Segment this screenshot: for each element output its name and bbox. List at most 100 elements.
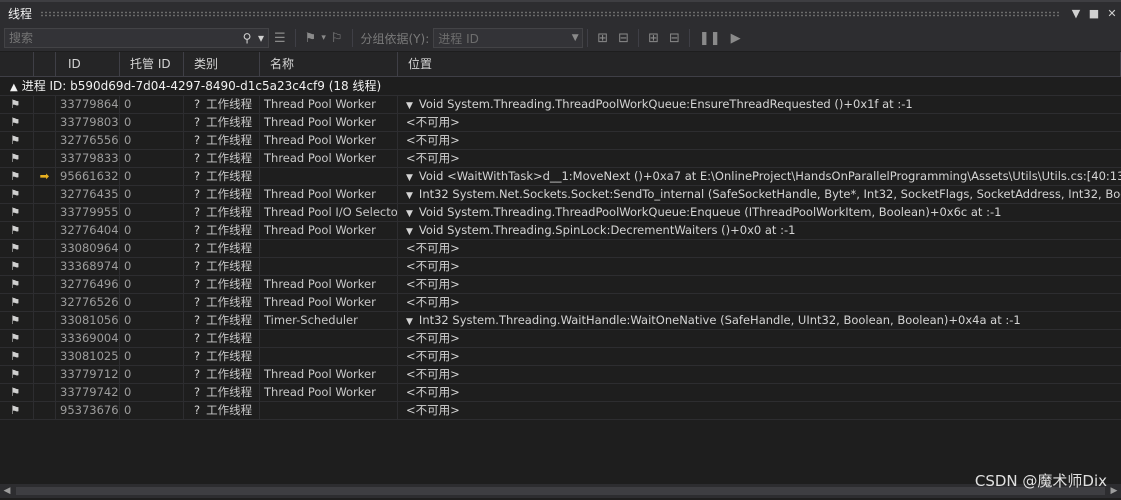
thaw-icon[interactable]: ▶ bbox=[731, 31, 741, 46]
table-row[interactable]: ⚑ 330810256 0? 工作线程 <不可用> bbox=[0, 348, 1121, 366]
table-row[interactable]: ⚑ 337798640 0? 工作线程 Thread Pool Worker ▼ Void … bbox=[0, 96, 1121, 114]
thread-name: Thread Pool Worker bbox=[260, 114, 398, 131]
collapse-callstacks-icon[interactable]: ⊟ bbox=[669, 31, 680, 46]
flag-icon[interactable]: ⚑ bbox=[0, 276, 34, 293]
thread-id: 953736768 bbox=[56, 402, 120, 419]
table-row[interactable]: ⚑ 337799552 0? 工作线程 Thread Pool I/O Selector… bbox=[0, 204, 1121, 222]
chevron-down-icon[interactable]: ▼ bbox=[406, 101, 413, 111]
table-row[interactable]: ⚑ 333690048 0? 工作线程 <不可用> bbox=[0, 330, 1121, 348]
category-text: 工作线程 bbox=[206, 115, 253, 129]
flag-icon[interactable]: ⚑ bbox=[0, 150, 34, 167]
close-button[interactable]: ✕ bbox=[1103, 7, 1121, 20]
chevron-down-icon[interactable]: ▼ bbox=[406, 209, 413, 219]
flag-icon[interactable]: ⚑ bbox=[0, 186, 34, 203]
category-text: 工作线程 bbox=[206, 259, 253, 273]
chevron-down-icon[interactable]: ▼ bbox=[406, 227, 413, 237]
question-icon: ? bbox=[194, 385, 201, 399]
flag-icon[interactable]: ⚑ bbox=[0, 96, 34, 113]
flag-icon[interactable]: ⚑ bbox=[0, 258, 34, 275]
table-row[interactable]: ⚑ 327764352 0? 工作线程 Thread Pool Worker ▼ Int32… bbox=[0, 186, 1121, 204]
thread-name: Thread Pool Worker bbox=[260, 276, 398, 293]
table-row[interactable]: ⚑ 337798336 0? 工作线程 Thread Pool Worker <不可用> bbox=[0, 150, 1121, 168]
search-icon[interactable]: ⚲ bbox=[240, 31, 254, 45]
thread-name bbox=[260, 168, 398, 185]
column-header-current[interactable] bbox=[34, 52, 56, 76]
table-row[interactable]: ⚑ 337797424 0? 工作线程 Thread Pool Worker <不可用> bbox=[0, 384, 1121, 402]
flag-icon[interactable]: ⚑ bbox=[0, 132, 34, 149]
pin-button[interactable]: ■ bbox=[1085, 7, 1103, 20]
expand-groups-icon[interactable]: ⊞ bbox=[597, 31, 608, 46]
column-header-id[interactable]: ID bbox=[56, 52, 120, 76]
table-row[interactable]: ⚑ 327765568 0? 工作线程 Thread Pool Worker <不可用> bbox=[0, 132, 1121, 150]
table-row[interactable]: ⚑ 337797120 0? 工作线程 Thread Pool Worker <不可用> bbox=[0, 366, 1121, 384]
scrollbar-thumb[interactable] bbox=[16, 487, 1105, 495]
flag-icon[interactable]: ⚑ bbox=[0, 366, 34, 383]
process-group-row[interactable]: ▲ 进程 ID: b590d69d-7d04-4297-8490-d1c5a23c… bbox=[0, 77, 1121, 96]
thread-name bbox=[260, 240, 398, 257]
column-header-managed-id[interactable]: 托管 ID bbox=[120, 52, 184, 76]
scroll-left-icon[interactable]: ◀ bbox=[0, 486, 14, 496]
flag-dropdown-icon[interactable]: ▾ bbox=[321, 33, 326, 43]
horizontal-scrollbar[interactable]: ◀ ▶ bbox=[0, 484, 1121, 498]
location-text: <不可用> bbox=[406, 241, 460, 255]
drag-grip[interactable] bbox=[40, 10, 1059, 17]
flag-icon[interactable]: ⚑ bbox=[0, 312, 34, 329]
category-cell: ? 工作线程 bbox=[184, 384, 260, 401]
managed-id: 0 bbox=[120, 330, 184, 347]
flag-icon[interactable]: ⚑ bbox=[305, 31, 317, 46]
question-icon: ? bbox=[194, 151, 201, 165]
column-header-category[interactable]: 类别 bbox=[184, 52, 260, 76]
thread-name bbox=[260, 330, 398, 347]
flag-icon[interactable]: ⚑ bbox=[0, 114, 34, 131]
search-input[interactable] bbox=[5, 30, 240, 46]
flag-icon[interactable]: ⚑ bbox=[0, 240, 34, 257]
column-header-flag[interactable] bbox=[0, 52, 34, 76]
flag-icon[interactable]: ⚑ bbox=[0, 330, 34, 347]
search-options-icon[interactable]: ▾ bbox=[254, 31, 268, 45]
column-header-location[interactable]: 位置 bbox=[398, 52, 1121, 76]
category-text: 工作线程 bbox=[206, 331, 253, 345]
category-cell: ? 工作线程 bbox=[184, 330, 260, 347]
table-row[interactable]: ⚑ 327765264 0? 工作线程 Thread Pool Worker <不可用> bbox=[0, 294, 1121, 312]
table-row[interactable]: ⚑ 337798032 0? 工作线程 Thread Pool Worker <不可用> bbox=[0, 114, 1121, 132]
scroll-right-icon[interactable]: ▶ bbox=[1107, 486, 1121, 496]
location-text: <不可用> bbox=[406, 151, 460, 165]
managed-id: 0 bbox=[120, 114, 184, 131]
chevron-down-icon[interactable]: ▼ bbox=[406, 191, 413, 201]
window-menu-button[interactable]: ▼ bbox=[1067, 7, 1085, 20]
collapse-groups-icon[interactable]: ⊟ bbox=[618, 31, 629, 46]
table-row[interactable]: ⚑ 330810560 0? 工作线程 Timer-Scheduler ▼ Int32 Sy… bbox=[0, 312, 1121, 330]
freeze-icon[interactable]: ❚❚ bbox=[699, 31, 721, 46]
location-text: <不可用> bbox=[406, 133, 460, 147]
table-row[interactable]: ⚑ 327764048 0? 工作线程 Thread Pool Worker ▼ Void … bbox=[0, 222, 1121, 240]
category-text: 工作线程 bbox=[206, 151, 253, 165]
current-thread-cell bbox=[34, 402, 56, 419]
column-header-name[interactable]: 名称 bbox=[260, 52, 398, 76]
table-row[interactable]: ⚑ 327764960 0? 工作线程 Thread Pool Worker <不可用> bbox=[0, 276, 1121, 294]
table-row[interactable]: ⚑ 330809648 0? 工作线程 <不可用> bbox=[0, 240, 1121, 258]
chevron-down-icon[interactable]: ▼ bbox=[406, 173, 413, 183]
group-by-select[interactable]: 进程 ID ▼ bbox=[433, 28, 584, 48]
collapse-caret-icon[interactable]: ▲ bbox=[10, 82, 18, 93]
table-row[interactable]: ⚑ 953736768 0? 工作线程 <不可用> bbox=[0, 402, 1121, 420]
chevron-down-icon[interactable]: ▼ bbox=[406, 317, 413, 327]
table-row[interactable]: ⚑ 333689744 0? 工作线程 <不可用> bbox=[0, 258, 1121, 276]
flag-icon[interactable]: ⚑ bbox=[0, 204, 34, 221]
table-row[interactable]: ⚑ ➡ 95661632 0? 工作线程 ▼ Void <WaitWithTask>d__1… bbox=[0, 168, 1121, 186]
flag-icon[interactable]: ⚑ bbox=[0, 294, 34, 311]
flag-icon[interactable]: ⚑ bbox=[0, 168, 34, 185]
location-cell: <不可用> bbox=[398, 384, 1121, 401]
flag-icon[interactable]: ⚑ bbox=[0, 384, 34, 401]
category-cell: ? 工作线程 bbox=[184, 402, 260, 419]
current-thread-cell bbox=[34, 294, 56, 311]
location-cell: <不可用> bbox=[398, 366, 1121, 383]
thread-id: 330810560 bbox=[56, 312, 120, 329]
location-text: Void System.Threading.SpinLock:Decrement… bbox=[418, 223, 796, 237]
flag-icon[interactable]: ⚑ bbox=[0, 402, 34, 419]
unflag-icon[interactable]: ⚐ bbox=[331, 31, 343, 46]
filter-columns-icon[interactable]: ☰ bbox=[274, 31, 286, 46]
flag-icon[interactable]: ⚑ bbox=[0, 222, 34, 239]
thread-id: 337798032 bbox=[56, 114, 120, 131]
flag-icon[interactable]: ⚑ bbox=[0, 348, 34, 365]
expand-callstacks-icon[interactable]: ⊞ bbox=[648, 31, 659, 46]
